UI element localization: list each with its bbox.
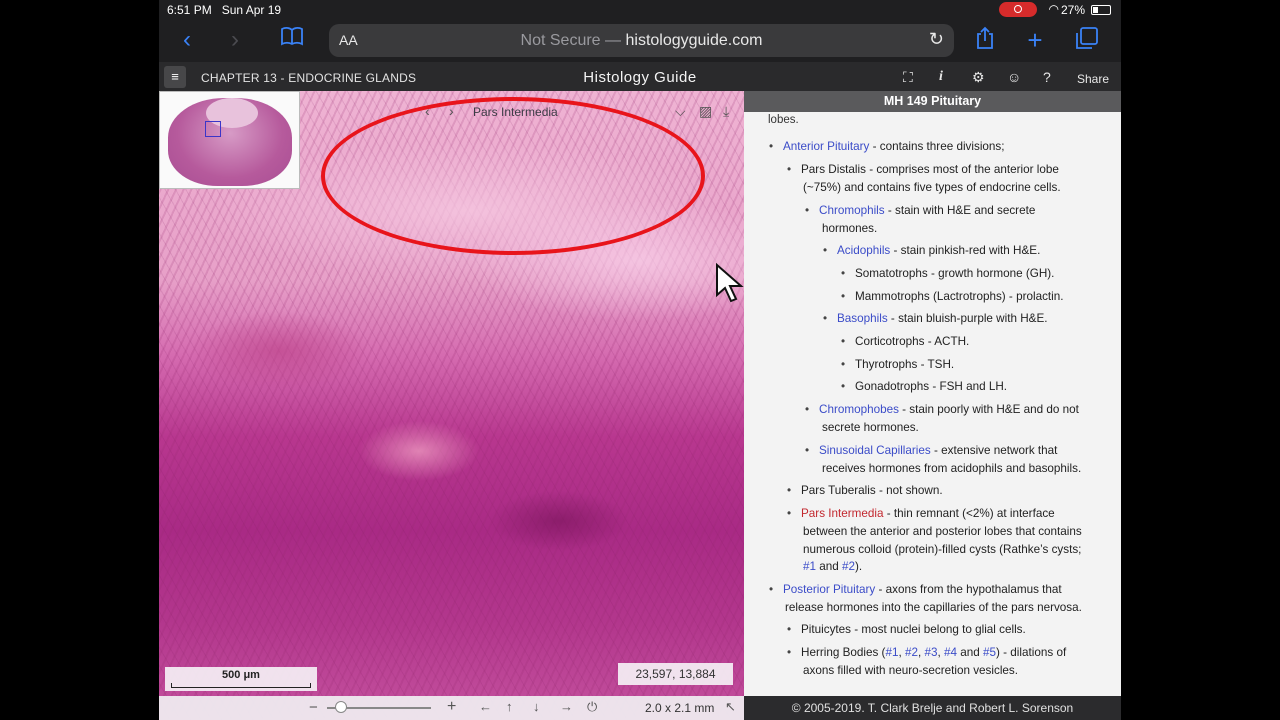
list-item-continued: #1 and #2). — [803, 560, 863, 573]
zoom-in-button[interactable]: + — [447, 698, 456, 716]
list-item-continued: (~75%) and contains five types of endocr… — [803, 181, 1061, 194]
download-icon[interactable]: ⤓ — [723, 103, 729, 120]
back-icon[interactable]: ‹ — [173, 26, 201, 54]
site-header: ≡ CHAPTER 13 - ENDOCRINE GLANDS Histolog… — [159, 62, 1121, 91]
list-item: • Thyrotrophs - TSH. — [841, 358, 955, 371]
list-item-continued: hormones. — [822, 222, 878, 235]
copyright-footer: © 2005-2019. T. Clark Brelje and Robert … — [744, 696, 1121, 720]
slide-viewer[interactable]: ‹ › Pars Intermedia ⌵ ▨ ⤓ 500 μm 23,597,… — [159, 91, 744, 720]
fullscreen-icon[interactable]: ⛶ — [903, 69, 913, 86]
annotation-ellipse — [321, 97, 705, 255]
list-item-continued: release hormones into the capillaries of… — [785, 601, 1082, 614]
list-item-continued: numerous colloid (protein)-filled cysts … — [803, 543, 1082, 556]
pan-down-icon[interactable]: ↓ — [533, 699, 540, 714]
list-item: • Somatotrophs - growth hormone (GH). — [841, 267, 1055, 280]
list-item-continued: axons filled with neuro-secretion vesicl… — [803, 664, 1019, 677]
cyst-1-link[interactable]: #1 — [803, 560, 816, 573]
battery-icon — [1091, 5, 1111, 15]
battery-percent: 27% — [1060, 3, 1085, 17]
new-tab-icon[interactable]: + — [1021, 26, 1049, 54]
screen-record-indicator[interactable] — [999, 2, 1037, 17]
tabs-icon[interactable] — [1073, 26, 1101, 54]
list-item: • Pars Tuberalis - not shown. — [787, 484, 943, 497]
share-icon[interactable] — [971, 26, 999, 54]
zoom-out-button[interactable]: − — [309, 699, 318, 716]
list-item-continued: between the anterior and posterior lobes… — [803, 525, 1082, 538]
scale-label: 500 μm — [222, 669, 260, 681]
pan-right-icon[interactable]: → — [560, 699, 573, 714]
zoom-slider-knob[interactable] — [335, 701, 347, 713]
url-display[interactable]: Not Secure — histologyguide.com — [329, 32, 954, 50]
viewport-indicator[interactable] — [205, 121, 221, 137]
list-item: • Posterior Pituitary - axons from the hy… — [769, 583, 1062, 596]
viewer-controls: − + ← ↑ ↓ → ⏻ 2.0 x 2.1 mm ↖ — [159, 696, 744, 720]
settings-icon[interactable]: ⚙ — [972, 69, 985, 86]
list-item-continued: secrete hormones. — [822, 421, 919, 434]
list-item: • Corticotrophs - ACTH. — [841, 335, 970, 348]
list-item: • Pars Distalis - comprises most of the a… — [787, 163, 1059, 176]
slide-overview-thumbnail[interactable] — [159, 91, 300, 189]
list-item: • Gonadotrophs - FSH and LH. — [841, 380, 1008, 393]
bookmarks-icon[interactable] — [278, 26, 306, 54]
acidophils-link[interactable]: Acidophils — [837, 244, 890, 257]
scale-bar: 500 μm — [165, 667, 317, 691]
help-icon[interactable]: ? — [1043, 69, 1051, 85]
forward-icon[interactable]: › — [221, 26, 249, 54]
basophils-link[interactable]: Basophils — [837, 312, 888, 325]
list-item: • Sinusoidal Capillaries - extensive netw… — [805, 444, 1058, 457]
list-item: • Pars Intermedia - thin remnant (<2%) at… — [787, 507, 1055, 520]
ipad-screen: 6:51 PM Sun Apr 19 ◠ 27% ‹ › AA Not Secu… — [159, 0, 1121, 720]
pan-left-icon[interactable]: ← — [479, 699, 492, 714]
chromophobes-link[interactable]: Chromophobes — [819, 403, 899, 416]
pan-up-icon[interactable]: ↑ — [506, 699, 513, 714]
list-item-continued: receives hormones from acidophils and ba… — [822, 462, 1082, 475]
coordinate-readout: 23,597, 13,884 — [618, 663, 733, 685]
status-time: 6:51 PM Sun Apr 19 — [167, 3, 282, 17]
herring-2-link[interactable]: #2 — [905, 646, 918, 659]
wifi-icon: ◠ — [1048, 2, 1059, 16]
reload-icon[interactable]: ↻ — [929, 29, 944, 50]
share-link[interactable]: Share — [1077, 72, 1109, 86]
herring-5-link[interactable]: #5 — [983, 646, 996, 659]
list-item: • Chromophobes - stain poorly with H&E an… — [805, 403, 1079, 416]
sinusoidal-capillaries-link[interactable]: Sinusoidal Capillaries — [819, 444, 931, 457]
anterior-pituitary-link[interactable]: Anterior Pituitary — [783, 140, 869, 153]
status-bar: 6:51 PM Sun Apr 19 ◠ 27% — [159, 0, 1121, 20]
list-item: • Anterior Pituitary - contains three div… — [769, 140, 1005, 153]
region-dropdown-icon[interactable]: ⌵ — [675, 103, 686, 120]
list-item: • Pituicytes - most nuclei belong to glia… — [787, 623, 1026, 636]
description-panel: MH 149 Pituitary lobes. • Anterior Pituit… — [744, 91, 1121, 696]
chromophils-link[interactable]: Chromophils — [819, 204, 885, 217]
list-item: • Chromophils - stain with H&E and secret… — [805, 204, 1036, 217]
power-icon[interactable]: ⏻ — [587, 699, 597, 715]
list-item: • Acidophils - stain pinkish-red with H&E… — [823, 244, 1041, 257]
collapse-icon[interactable]: ↖ — [725, 699, 736, 715]
herring-3-link[interactable]: #3 — [924, 646, 937, 659]
image-icon[interactable]: ▨ — [699, 103, 712, 120]
herring-1-link[interactable]: #1 — [885, 646, 898, 659]
panel-title: MH 149 Pituitary — [744, 91, 1121, 112]
posterior-pituitary-link[interactable]: Posterior Pituitary — [783, 583, 875, 596]
list-item: • Herring Bodies (#1, #2, #3, #4 and #5) … — [787, 646, 1067, 659]
pars-intermedia-link[interactable]: Pars Intermedia — [801, 507, 884, 520]
field-size: 2.0 x 2.1 mm — [645, 701, 715, 715]
info-icon[interactable]: i — [939, 69, 943, 85]
address-bar[interactable]: AA Not Secure — histologyguide.com ↻ — [329, 24, 954, 57]
user-icon[interactable]: ☺ — [1007, 69, 1021, 85]
browser-toolbar: ‹ › AA Not Secure — histologyguide.com ↻… — [159, 20, 1121, 62]
herring-4-link[interactable]: #4 — [944, 646, 957, 659]
list-item: • Mammotrophs (Lactrotrophs) - prolactin. — [841, 290, 1064, 303]
text-fragment: lobes. — [768, 114, 799, 126]
cyst-2-link[interactable]: #2 — [842, 560, 855, 573]
list-item: • Basophils - stain bluish-purple with H&… — [823, 312, 1048, 325]
